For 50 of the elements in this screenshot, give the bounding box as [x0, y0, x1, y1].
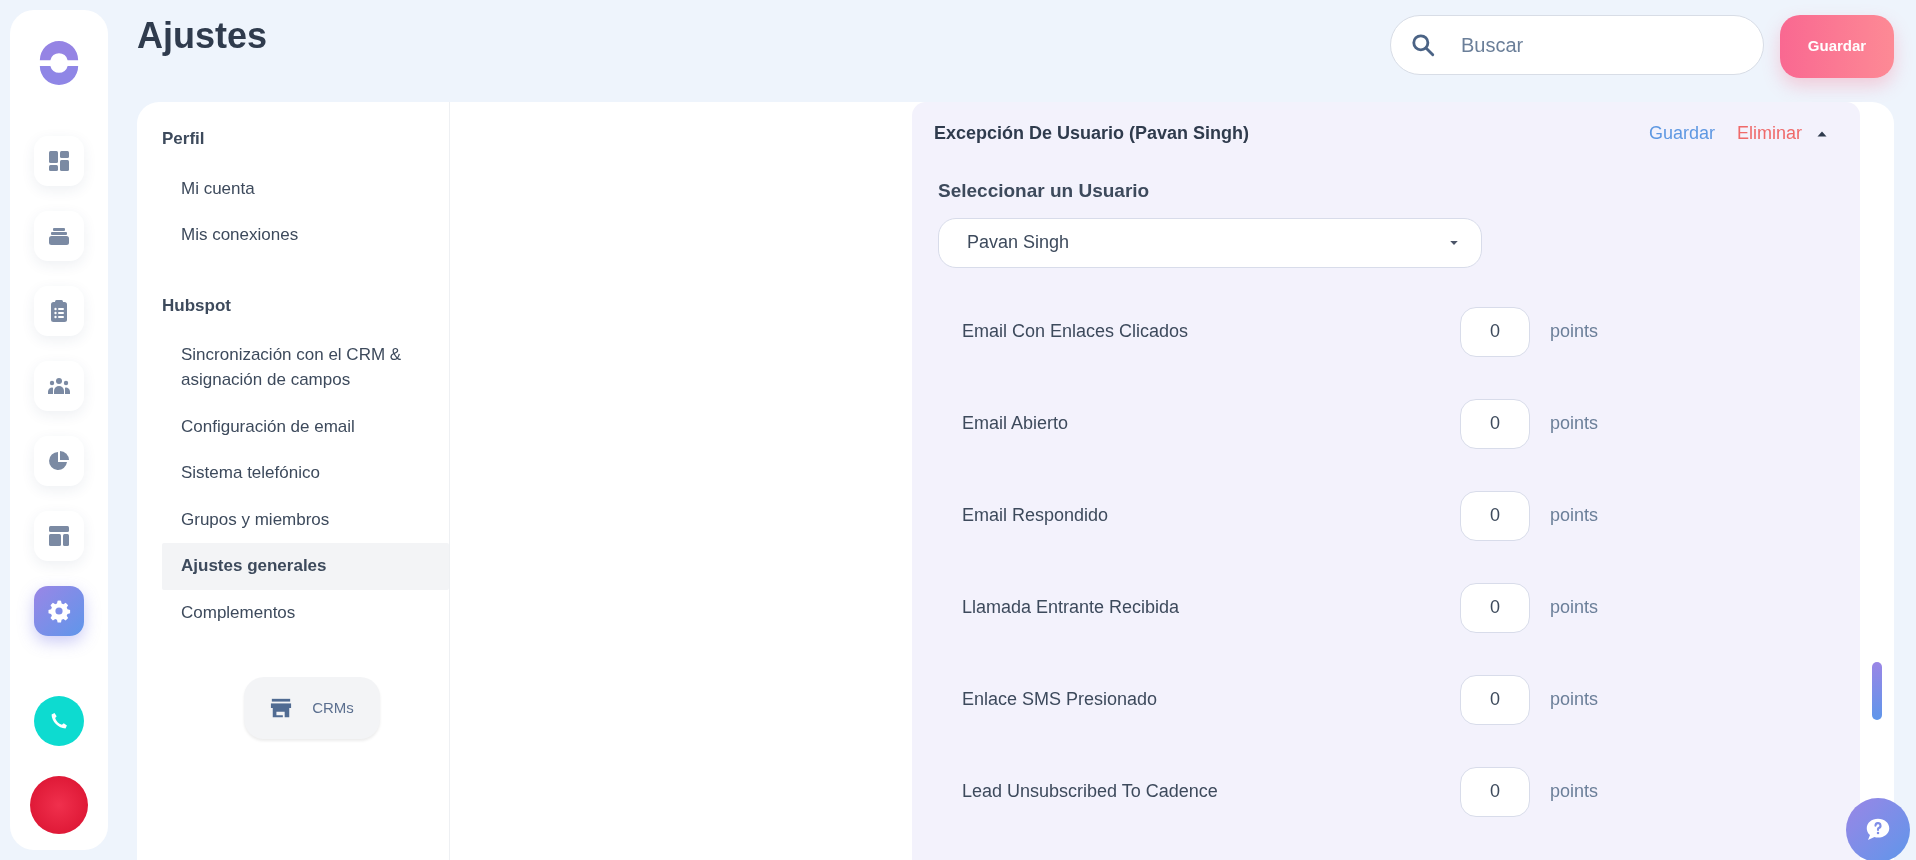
settings-nav-item[interactable]: Mi cuenta [162, 165, 449, 213]
avatar[interactable] [30, 776, 88, 834]
settings-nav-item[interactable]: Sistema telefónico [162, 450, 449, 497]
field-label: Seleccionar un Usuario [938, 179, 1151, 203]
phone-icon [49, 711, 69, 731]
storefront-icon [270, 696, 293, 719]
points-unit: points [1550, 688, 1599, 711]
panel-title: Excepción De Usuario (Pavan Singh) [934, 122, 1250, 145]
section-heading: Perfil [162, 128, 206, 150]
rail-button[interactable] [34, 361, 84, 411]
points-field[interactable]: 0 [1460, 674, 1530, 725]
pie-chart-icon [47, 449, 71, 473]
points-field[interactable]: 0 [1460, 582, 1530, 633]
points-unit: points [1550, 320, 1599, 343]
dashboard-icon [47, 149, 71, 173]
rail-button[interactable] [34, 136, 84, 186]
points-unit: points [1550, 780, 1599, 803]
gear-icon [47, 599, 71, 623]
points-label: Enlace SMS Presionado [962, 688, 1159, 711]
settings-nav-item[interactable]: Complementos [162, 590, 449, 637]
settings-nav-item[interactable]: Ajustes generales [162, 543, 449, 591]
points-field[interactable]: 0 [1460, 306, 1530, 357]
rail-button[interactable] [34, 511, 84, 561]
points-label: Llamada Entrante Recibida [962, 596, 1181, 619]
points-label: Lead Unsubscribed To Cadence [962, 780, 1219, 803]
rail-button[interactable] [34, 286, 84, 336]
points-field[interactable]: 0 [1460, 490, 1530, 541]
points-unit: points [1550, 412, 1599, 435]
search-field[interactable]: Buscar [1390, 15, 1764, 75]
scrollbar-thumb[interactable] [1872, 662, 1882, 720]
settings-nav-item[interactable]: Sincronización con el CRM & asignación de campos [162, 332, 449, 404]
points-unit: points [1550, 596, 1599, 619]
section-heading: Hubspot [162, 294, 232, 317]
layout-icon [47, 524, 71, 548]
points-field[interactable]: 0 [1460, 398, 1530, 449]
rail-button[interactable] [34, 586, 84, 636]
settings-nav-item[interactable]: Configuración de email [162, 403, 449, 451]
crm-button[interactable]: CRMs [244, 676, 380, 739]
rail-button[interactable] [34, 211, 84, 261]
page-title: Ajustes [137, 14, 268, 58]
rail-button[interactable] [34, 436, 84, 486]
points-label: Email Respondido [962, 504, 1110, 527]
points-field[interactable]: 0 [1460, 766, 1530, 817]
settings-nav-item[interactable]: Grupos y miembros [162, 496, 449, 544]
points-unit: points [1550, 504, 1599, 527]
user-select[interactable]: Pavan Singh [938, 217, 1482, 268]
settings-nav-item[interactable]: Mis conexiones [162, 212, 449, 259]
call-button[interactable] [34, 696, 84, 746]
points-label: Email Abierto [962, 412, 1070, 435]
points-label: Email Con Enlaces Clicados [962, 320, 1190, 343]
